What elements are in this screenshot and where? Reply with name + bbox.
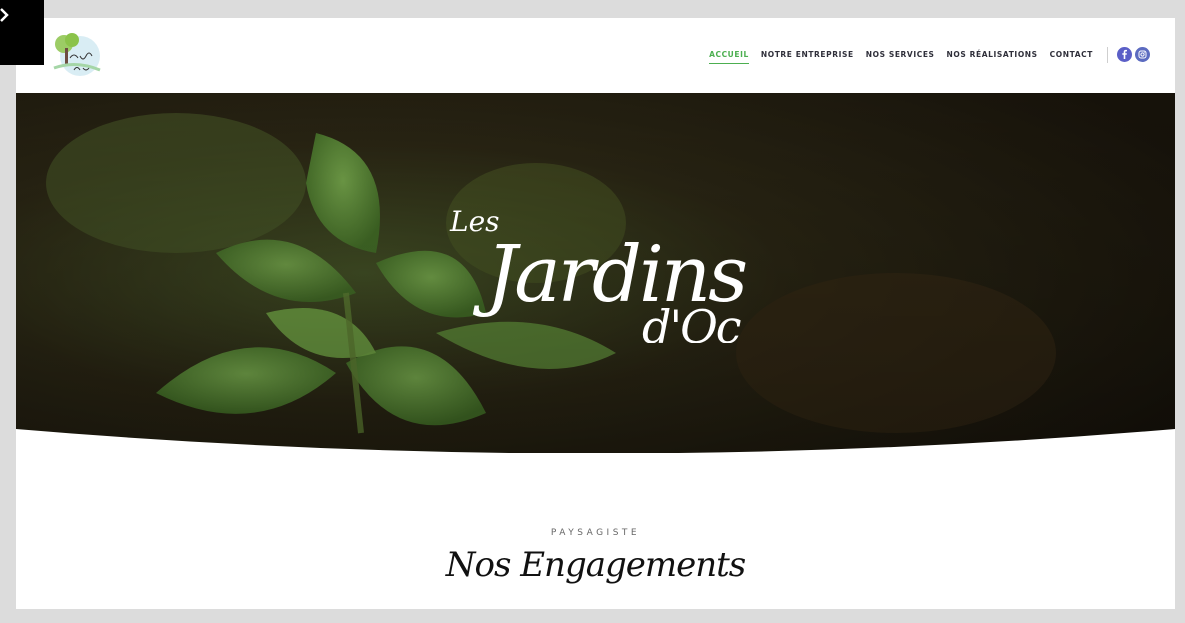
- nav-divider: [1107, 47, 1108, 63]
- hero-banner: Les Jardins d'Oc: [16, 93, 1175, 453]
- page-frame: ACCUEIL NOTRE ENTREPRISE NOS SERVICES NO…: [16, 18, 1175, 609]
- section-eyebrow: PAYSAGISTE: [550, 528, 641, 538]
- facebook-icon: [1122, 49, 1127, 59]
- instagram-icon: [1138, 50, 1147, 59]
- nav-item-contact[interactable]: CONTACT: [1050, 50, 1093, 64]
- svg-text:d'Oc: d'Oc: [642, 300, 741, 343]
- hero-title: Les Jardins d'Oc: [449, 205, 749, 343]
- nav-item-accueil[interactable]: ACCUEIL: [709, 50, 749, 64]
- nav-item-notre-entreprise[interactable]: NOTRE ENTREPRISE: [761, 50, 854, 64]
- nav-item-nos-services[interactable]: NOS SERVICES: [866, 50, 935, 64]
- site-header: ACCUEIL NOTRE ENTREPRISE NOS SERVICES NO…: [16, 18, 1175, 94]
- chevron-right-icon: [0, 8, 9, 22]
- instagram-link[interactable]: [1135, 47, 1150, 62]
- main-nav: ACCUEIL NOTRE ENTREPRISE NOS SERVICES NO…: [709, 50, 1093, 64]
- facebook-link[interactable]: [1117, 47, 1132, 62]
- section-title: Nos Engagements: [445, 545, 746, 585]
- site-logo[interactable]: [50, 32, 102, 78]
- nav-item-nos-realisations[interactable]: NOS RÉALISATIONS: [947, 50, 1038, 64]
- sidebar-toggle-button[interactable]: [0, 0, 44, 65]
